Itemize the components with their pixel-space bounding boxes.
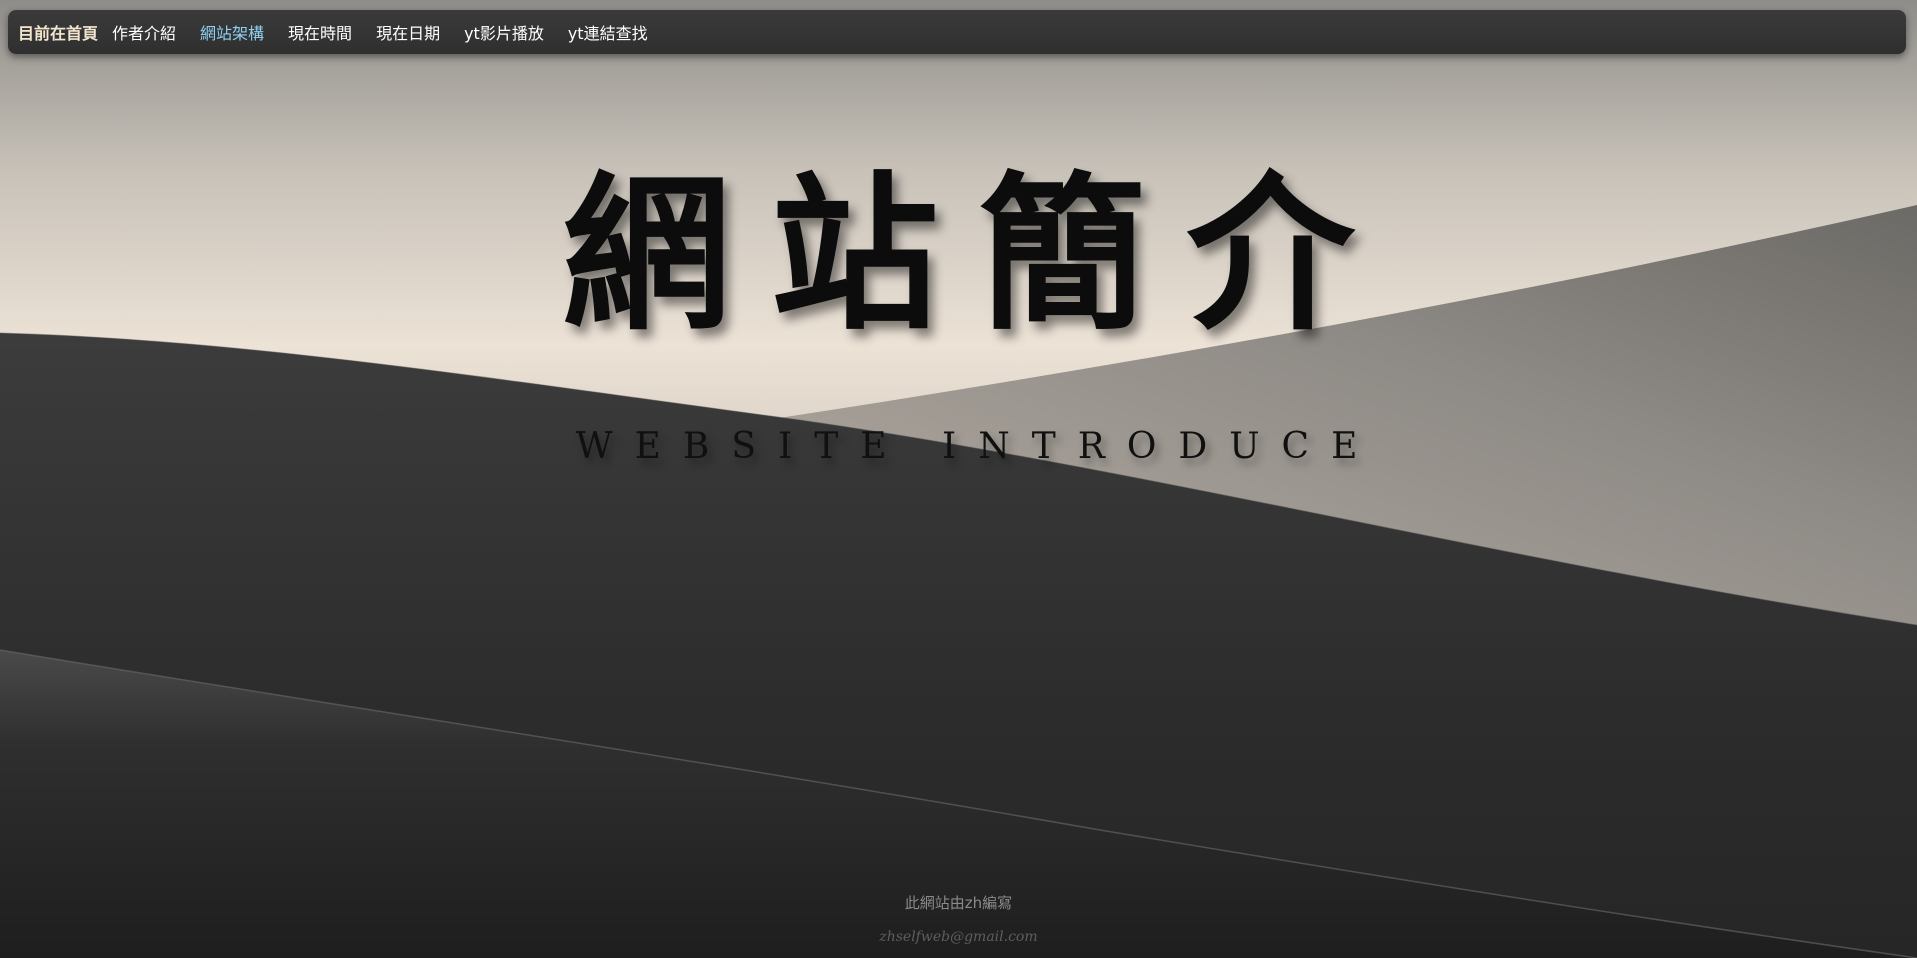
footer-email-link[interactable]: zhselfweb@gmail.com [0, 929, 1917, 945]
top-navbar: 目前在首頁 作者介紹 網站架構 現在時間 現在日期 yt影片播放 yt連結查找 [8, 10, 1906, 54]
desert-dunes-background [0, 0, 1917, 958]
nav-item-author-intro[interactable]: 作者介紹 [112, 20, 176, 44]
nav-item-current-time[interactable]: 現在時間 [288, 20, 352, 44]
page-subtitle: WEBSITE INTRODUCE [575, 426, 1380, 467]
footer-credit: 此網站由zh編寫 [904, 894, 1013, 912]
nav-item-yt-link-search[interactable]: yt連結查找 [568, 20, 648, 44]
page-background: 目前在首頁 作者介紹 網站架構 現在時間 現在日期 yt影片播放 yt連結查找 … [0, 0, 1917, 958]
nav-home-brand[interactable]: 目前在首頁 [18, 20, 98, 44]
nav-item-site-structure[interactable]: 網站架構 [200, 20, 264, 44]
nav-item-yt-player[interactable]: yt影片播放 [464, 20, 544, 44]
page-title: 網站簡介 [562, 155, 1395, 353]
nav-item-current-date[interactable]: 現在日期 [376, 20, 440, 44]
